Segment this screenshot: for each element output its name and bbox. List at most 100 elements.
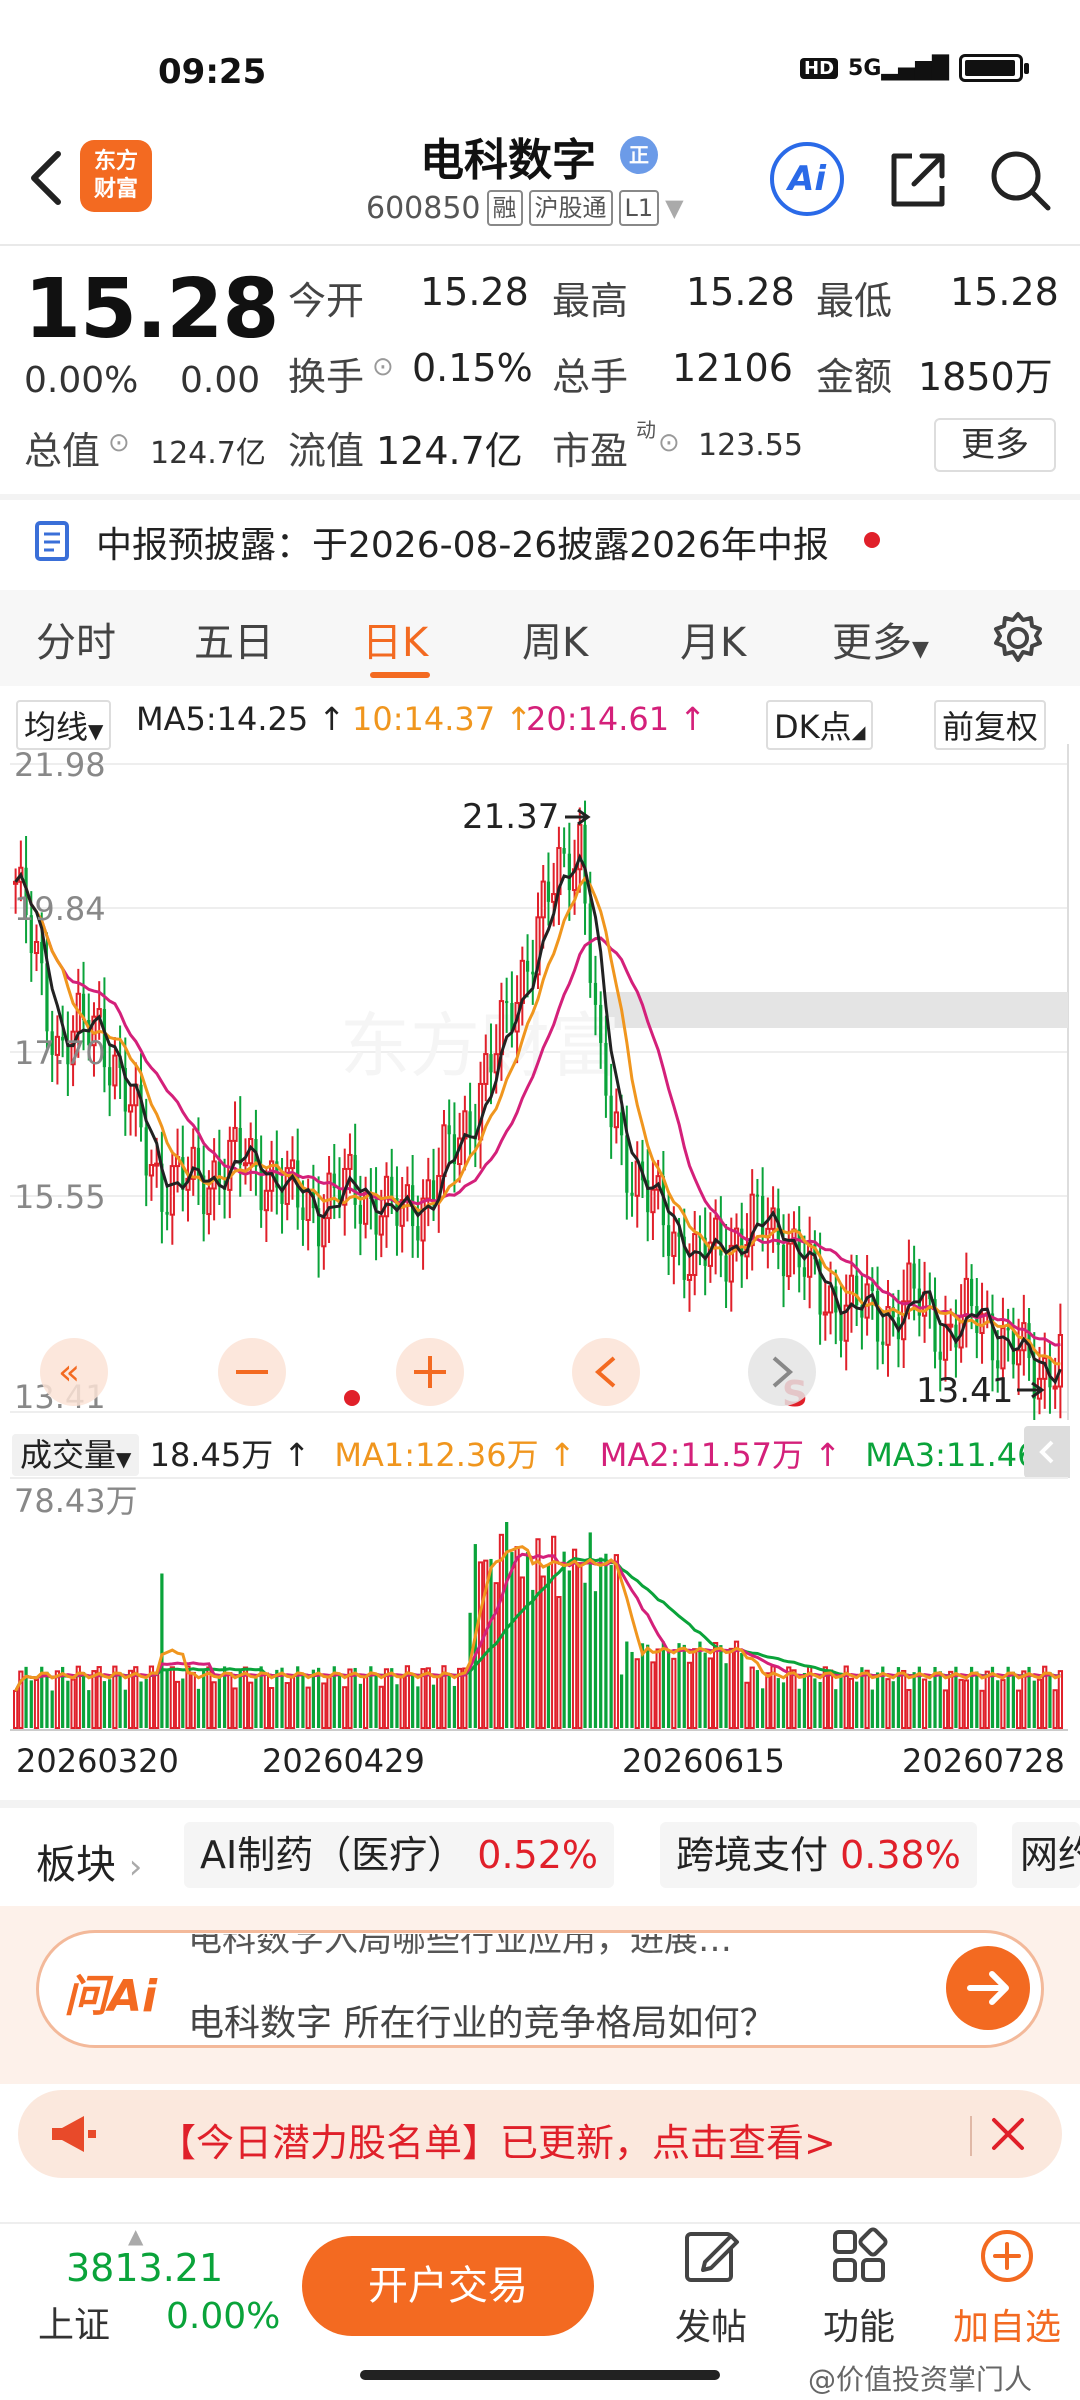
sector-chip-ai-pharma[interactable]: AI制药（医疗） 0.52% xyxy=(184,1822,615,1888)
nav-add-watchlist[interactable]: 加自选 xyxy=(952,2226,1062,2350)
home-indicator[interactable] xyxy=(360,2370,720,2380)
kline-chart[interactable]: 东方财富 21.98 19.84 17.70 15.55 13.41 21.37… xyxy=(10,744,1070,1420)
volume-bar xyxy=(770,1665,776,1729)
date-label: 20260728 xyxy=(902,1742,1065,1780)
back-arrow-icon[interactable] xyxy=(26,148,66,208)
volume-bar xyxy=(263,1672,269,1730)
volume-bar xyxy=(190,1671,196,1729)
open-value: 15.28 xyxy=(420,270,529,314)
dk-point-button[interactable]: DK点◢ xyxy=(766,700,874,750)
volume-bar xyxy=(551,1535,557,1729)
volume-bar xyxy=(1032,1680,1036,1728)
candle-body xyxy=(1015,1349,1022,1366)
candle-body xyxy=(206,1187,212,1216)
indicator-selector[interactable]: 均线▼ xyxy=(16,700,112,750)
pe-dynamic-mark: 动 xyxy=(636,418,656,442)
volume-bar xyxy=(268,1687,275,1730)
app-logo[interactable]: 东方 财富 xyxy=(80,140,152,212)
candle-body xyxy=(483,1053,489,1085)
info-icon[interactable]: ⊙ xyxy=(108,428,130,458)
gear-icon[interactable] xyxy=(990,610,1046,666)
volume-bar xyxy=(301,1673,305,1728)
volume-bar xyxy=(1036,1678,1043,1729)
volume-bar xyxy=(655,1648,661,1729)
candle-body xyxy=(942,1323,949,1361)
candle-body xyxy=(671,1231,677,1257)
volume-bar xyxy=(165,1670,169,1728)
volume-bar xyxy=(562,1551,566,1728)
volume-selector[interactable]: 成交量▼ xyxy=(12,1434,140,1476)
scroll-left-button[interactable] xyxy=(572,1338,640,1406)
ma20-text: 20:14.61 xyxy=(526,700,670,738)
tab-five-day[interactable]: 五日 xyxy=(194,610,274,668)
more-quote-button[interactable]: 更多 xyxy=(934,418,1056,472)
volume-bar xyxy=(583,1582,587,1728)
grid-apps-icon xyxy=(833,2227,888,2282)
volume-bar xyxy=(390,1668,394,1728)
tab-daily-k[interactable]: 日K xyxy=(362,610,428,668)
sector-chip-cross-border-pay[interactable]: 跨境支付 0.38% xyxy=(660,1822,977,1888)
price-gap-band xyxy=(606,992,1068,1028)
high-value: 15.28 xyxy=(686,270,795,314)
ai-assistant-button[interactable]: Ai xyxy=(770,142,844,216)
low-value: 15.28 xyxy=(950,270,1059,314)
change-amount: 0.00 xyxy=(180,360,261,401)
volume-selector-label: 成交量 xyxy=(20,1436,117,1474)
candle-body xyxy=(477,1082,484,1141)
logo-line1: 东方 xyxy=(93,149,138,174)
expand-up-icon[interactable]: ▲ xyxy=(128,2224,143,2248)
stock-name: 电科数字 xyxy=(420,135,596,186)
volume-bar xyxy=(677,1643,681,1728)
collapse-panel-button[interactable] xyxy=(1024,1426,1070,1478)
source-watermark: @价值投资掌门人 xyxy=(808,2363,1033,2396)
volume-bar xyxy=(33,1678,40,1729)
volume-bar xyxy=(963,1679,969,1729)
indicator-selector-label: 均线 xyxy=(24,708,89,746)
candle-body xyxy=(870,1284,874,1291)
ai-send-button[interactable] xyxy=(946,1946,1030,2030)
volume-bar xyxy=(54,1670,61,1730)
scroll-right-button[interactable] xyxy=(748,1338,816,1406)
candle-body xyxy=(1000,1327,1006,1370)
volume-bar xyxy=(29,1680,33,1728)
volume-bar xyxy=(1021,1670,1027,1729)
open-account-trade-button[interactable]: 开户交易 xyxy=(302,2236,594,2336)
ma-legend: 均线▼ MA5:14.25 ↑ 10:14.37 ↑ 20:14.61 ↑ DK… xyxy=(16,700,1076,750)
volume-bar xyxy=(692,1648,698,1729)
info-icon[interactable]: ⊙ xyxy=(372,352,394,382)
document-icon xyxy=(35,521,69,561)
search-icon[interactable] xyxy=(988,148,1052,212)
nav-functions[interactable]: 功能 xyxy=(804,2226,914,2350)
index-value[interactable]: 3813.21 xyxy=(66,2246,223,2290)
stock-code-row[interactable]: 600850 融 沪股通 L1 ▼ xyxy=(366,190,684,226)
sector-chip-partial[interactable]: 网约 xyxy=(1012,1822,1080,1888)
volume-bar xyxy=(342,1686,348,1729)
vol-ma2: MA2:11.57万 ↑ xyxy=(599,1436,842,1474)
verified-badge: 正 xyxy=(620,136,658,174)
volume-chart[interactable]: 78.43万 xyxy=(10,1476,1070,1732)
tab-more[interactable]: 更多▼ xyxy=(832,610,929,668)
share-icon[interactable] xyxy=(886,148,950,212)
candle-body xyxy=(1052,1385,1058,1390)
nav-post[interactable]: 发帖 xyxy=(656,2226,766,2350)
info-icon[interactable]: ⊙ xyxy=(658,428,680,458)
sector-label[interactable]: 板块 › xyxy=(36,1832,142,1890)
close-icon[interactable] xyxy=(986,2112,1030,2156)
ai-question[interactable]: 电科数字 所在行业的竞争格局如何？ xyxy=(188,1994,775,2040)
tab-weekly-k[interactable]: 周K xyxy=(522,610,588,668)
volume-bar xyxy=(525,1552,530,1728)
candle-body xyxy=(525,960,530,972)
candle-body xyxy=(761,1195,765,1238)
volume-bar xyxy=(834,1689,838,1728)
signal-icon: 5G▂▄▆█ xyxy=(848,55,950,81)
indicator-dot xyxy=(344,1390,360,1406)
volume-bar xyxy=(363,1675,369,1729)
volume-bar xyxy=(118,1672,122,1728)
margin-tag: 融 xyxy=(486,190,523,226)
tab-intraday[interactable]: 分时 xyxy=(36,610,116,668)
tab-monthly-k[interactable]: 月K xyxy=(680,610,746,668)
hgt-tag: 沪股通 xyxy=(528,190,613,226)
dk-point-label: DK点 xyxy=(774,708,852,746)
adjust-mode-button[interactable]: 前复权 xyxy=(934,700,1047,750)
volume-bar xyxy=(531,1589,535,1728)
